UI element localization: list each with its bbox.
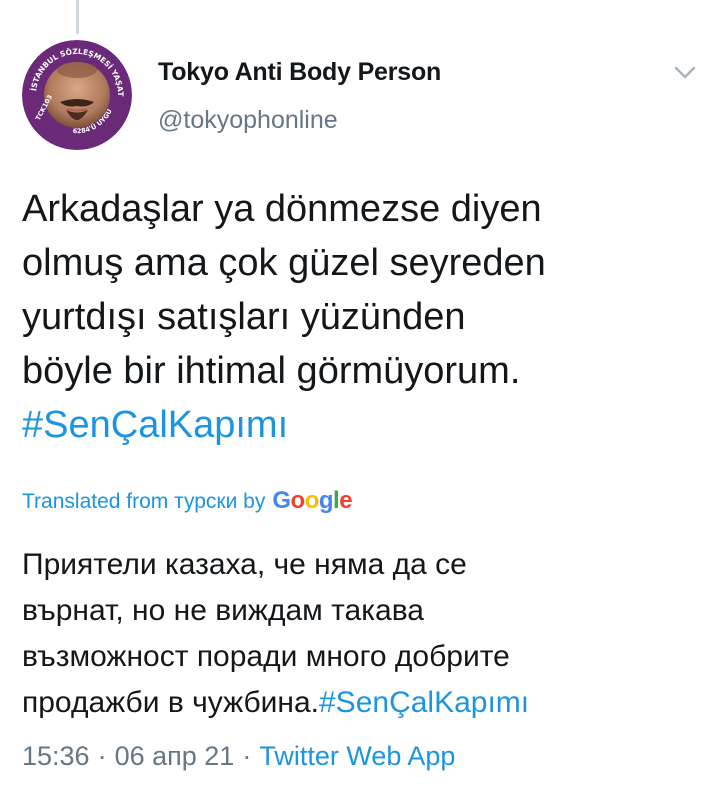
more-options-button[interactable] <box>670 58 700 88</box>
translated-text: Приятели казаха, че няма да се върнат, н… <box>22 542 712 726</box>
author-handle[interactable]: @tokyophonline <box>158 106 338 135</box>
tweet-source-link[interactable]: Twitter Web App <box>259 741 455 772</box>
translated-text-line: продажби в чужбина.#SenÇalKapımı <box>22 680 712 726</box>
translation-label: Translated from турски by <box>22 490 266 513</box>
meta-separator: · <box>242 741 252 771</box>
translated-hashtag-link[interactable]: #SenÇalKapımı <box>319 686 529 719</box>
translated-text-line: възможност поради много добрите <box>22 640 510 673</box>
tweet-meta: 15:36 · 06 апр 21 · Twitter Web App <box>22 741 455 772</box>
tweet-text-line: böyle bir ihtimal görmüyorum. <box>22 350 521 392</box>
translated-text-last: продажби в чужбина. <box>22 686 319 719</box>
tweet-text-line: olmuş ama çok güzel seyreden <box>22 242 546 284</box>
tweet-time[interactable]: 15:36 <box>22 741 90 772</box>
tweet-text-line: yurtdışı satışları yüzünden <box>22 296 466 338</box>
translated-text-line: върнат, но не виждам такава <box>22 594 424 627</box>
google-logo: Google <box>272 487 353 514</box>
chevron-down-icon <box>674 66 696 79</box>
avatar[interactable]: İSTANBUL SÖZLEŞMESİ YAŞATIR 6284'Ü UYGUL… <box>22 40 132 150</box>
tweet-date[interactable]: 06 апр 21 <box>115 741 235 772</box>
translated-text-line: Приятели казаха, че няма да се <box>22 548 467 581</box>
avatar-image: İSTANBUL SÖZLEŞMESİ YAŞATIR 6284'Ü UYGUL… <box>22 40 132 150</box>
tweet-text-line: Arkadaşlar ya dönmezse diyen <box>22 188 542 230</box>
translation-attribution[interactable]: Translated from турски by Google <box>22 487 353 515</box>
author-name[interactable]: Tokyo Anti Body Person <box>158 58 441 87</box>
thread-connector-line <box>76 0 79 34</box>
tweet-text: Arkadaşlar ya dönmezse diyen olmuş ama ç… <box>22 182 702 452</box>
meta-separator: · <box>97 741 107 771</box>
hashtag-link[interactable]: #SenÇalKapımı <box>22 398 702 452</box>
